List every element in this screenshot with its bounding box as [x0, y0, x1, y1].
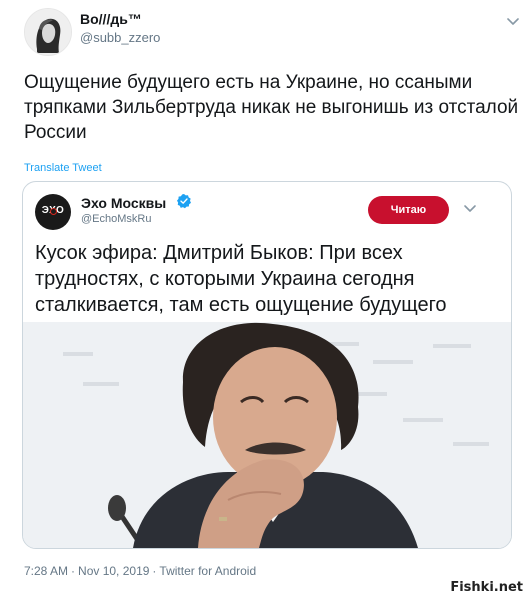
- verified-badge-icon: [177, 194, 191, 209]
- quoted-tweet-text: Кусок эфира: Дмитрий Быков: При всех тру…: [35, 242, 447, 316]
- author-avatar[interactable]: [24, 8, 72, 56]
- author-handle[interactable]: @subb_zzero: [80, 30, 160, 45]
- read-button[interactable]: Читаю: [368, 196, 449, 224]
- translate-tweet-link[interactable]: Translate Tweet: [24, 162, 102, 174]
- portrait-avatar-icon: [25, 9, 71, 55]
- separator-dot: ·: [71, 564, 76, 578]
- quoted-author-name[interactable]: Эхо Москвы: [81, 195, 166, 211]
- quoted-author-avatar[interactable]: ЭХО: [35, 194, 71, 230]
- chevron-down-icon[interactable]: [506, 14, 520, 28]
- separator-dot: ·: [152, 564, 157, 578]
- tweet-time[interactable]: 7:28 AM: [24, 564, 68, 578]
- site-watermark: Fishki.net: [445, 578, 528, 597]
- chevron-down-icon[interactable]: [463, 201, 477, 215]
- author-name[interactable]: Во///дь™: [80, 11, 142, 27]
- tweet-meta: 7:28 AM · Nov 10, 2019 · Twitter for Android: [24, 564, 256, 578]
- tweet-source[interactable]: Twitter for Android: [159, 564, 256, 578]
- quoted-author-handle[interactable]: @EchoMskRu: [81, 213, 151, 225]
- tweet: Во///дь™ @subb_zzero Ощущение будущего е…: [0, 0, 532, 600]
- tweet-date[interactable]: Nov 10, 2019: [78, 564, 149, 578]
- news-photo-illustration: [23, 322, 511, 548]
- news-photo[interactable]: [23, 322, 511, 548]
- tweet-text: Ощущение будущего есть на Украине, но сс…: [24, 72, 519, 143]
- quoted-tweet-card[interactable]: ЭХО Эхо Москвы @EchoMskRu Читаю Кусок эф…: [22, 181, 512, 549]
- logo-ring-icon: [50, 208, 57, 215]
